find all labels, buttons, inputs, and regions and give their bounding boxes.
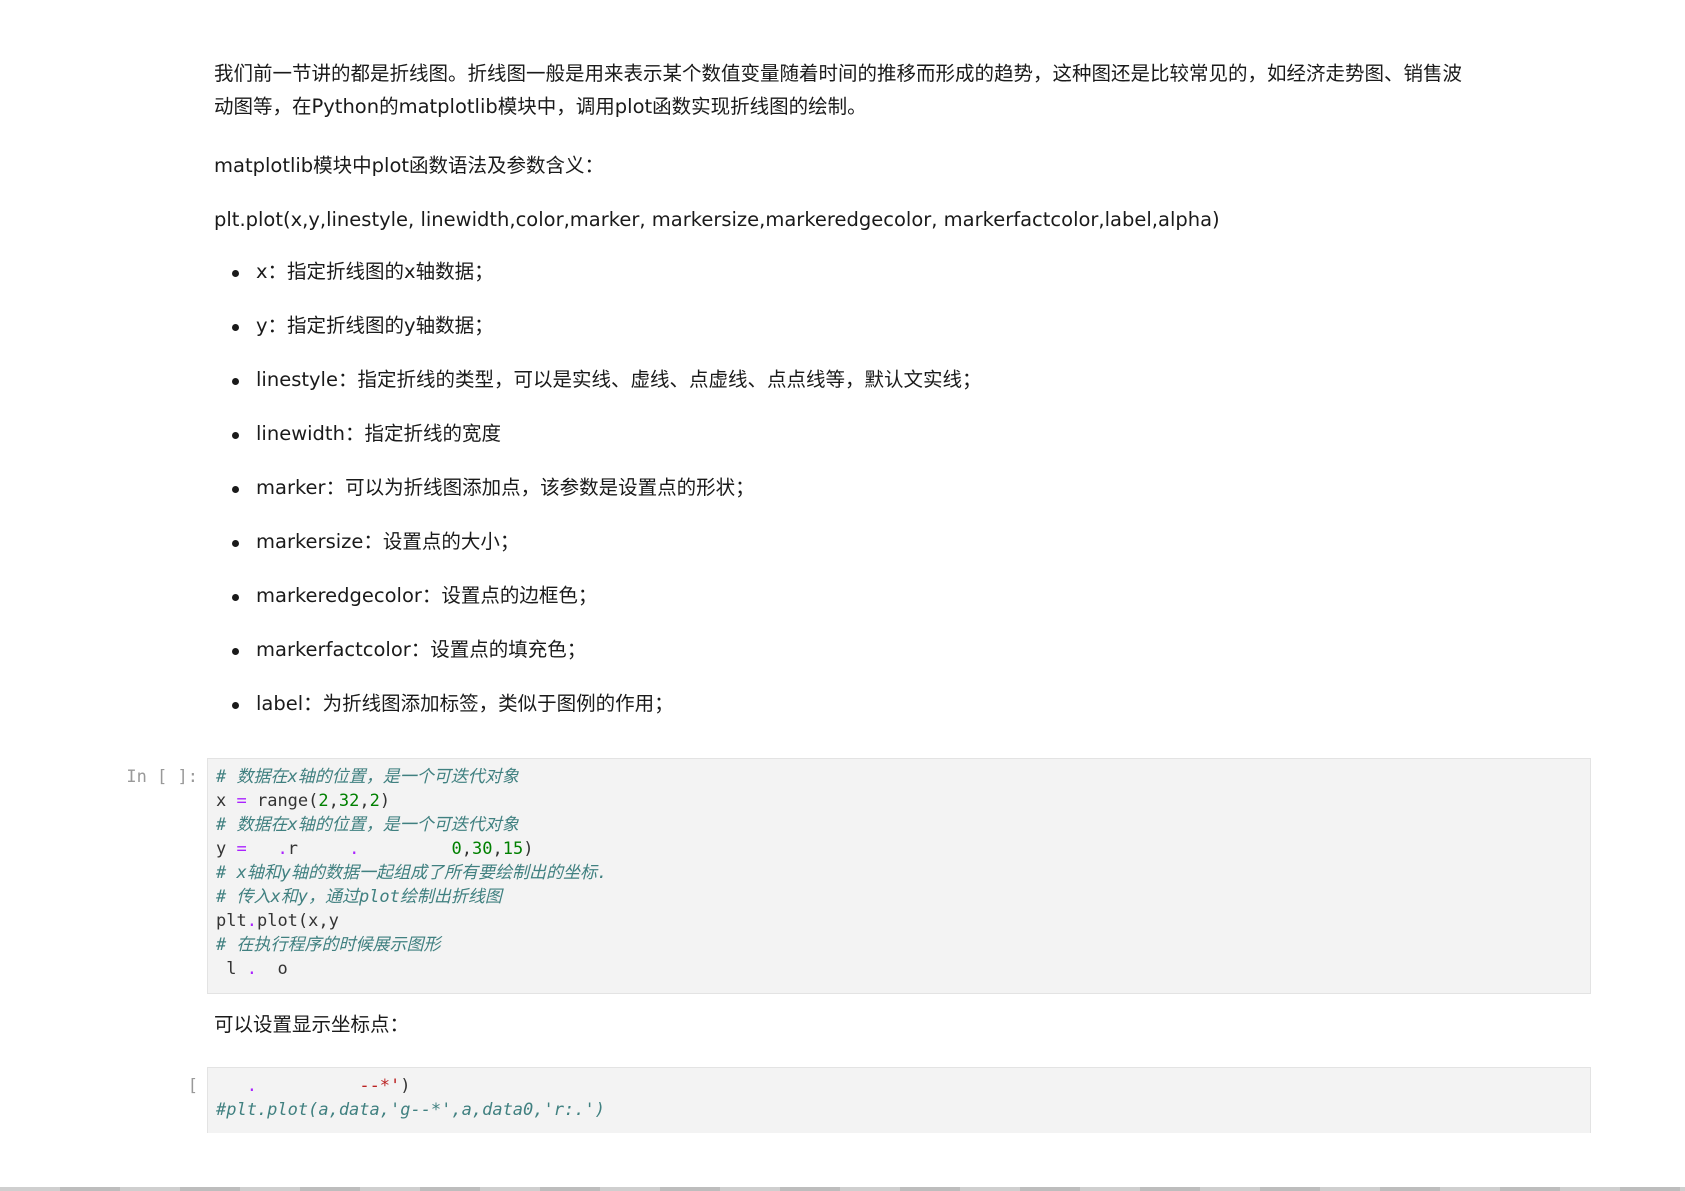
code-token-comment: # 数据在x轴的位置，是一个可迭代对象 [216,815,519,835]
bullet-icon [232,378,239,385]
code-line: #plt.plot(a,data,'g--*',a,data0,'r:.') [216,1098,1582,1122]
code-line: y = .r . 0,30,15) [216,837,1582,861]
code-line: # 传入x和y，通过plot绘制出折线图 [216,885,1582,909]
code-token-plain: x [216,791,237,811]
code-token-plain: ) [523,839,534,859]
code-token-plain: ) [379,791,391,811]
param-markeredgecolor: markeredgecolor：设置点的边框色； [256,584,598,607]
syntax-title-text: matplotlib模块中plot函数语法及参数含义： [214,154,605,177]
list-item: label：为折线图添加标签，类似于图例的作用； [214,687,981,741]
code-line: # 数据在x轴的位置，是一个可迭代对象 [216,765,1582,789]
param-x: x：指定折线图的x轴数据； [256,260,494,283]
code-token-plain: r [287,839,350,859]
code-line: # x轴和y轴的数据一起组成了所有要绘制出的坐标. [216,861,1582,885]
bullet-icon [232,324,239,331]
code-token-plain: y [216,839,237,859]
param-linewidth: linewidth：指定折线的宽度 [256,422,501,445]
code-line: plt.plot(x,y [216,909,1582,933]
bullet-icon [232,594,239,601]
markdown-intro: 我们前一节讲的都是折线图。折线图一般是用来表示某个数值变量随着时间的推移而形成的… [214,57,1594,123]
code-token-comment: # 数据在x轴的位置，是一个可迭代对象 [216,767,519,787]
param-marker: marker：可以为折线图添加点，该参数是设置点的形状； [256,476,755,499]
bullet-icon [232,540,239,547]
code-token-plain: plt [216,911,247,931]
intro-text-line-1: 我们前一节讲的都是折线图。折线图一般是用来表示某个数值变量随着时间的推移而形成的… [214,62,1463,85]
syntax-signature-text: plt.plot(x,y,linestyle, linewidth,color,… [214,208,1220,231]
syntax-title: matplotlib模块中plot函数语法及参数含义： [214,149,1594,182]
code-token-num: 0 [451,839,462,859]
code-token-plain: plot(x,y [256,911,339,931]
code-token-plain: range( [246,791,319,811]
param-label: label：为折线图添加标签，类似于图例的作用； [256,692,674,715]
code-line: # 数据在x轴的位置，是一个可迭代对象 [216,813,1582,837]
param-list: x：指定折线图的x轴数据； y：指定折线图的y轴数据； linestyle：指定… [214,255,981,741]
list-item: x：指定折线图的x轴数据； [214,255,981,309]
code-token-plain: ) [400,1076,411,1096]
code-token-plain: , [461,839,472,859]
param-markersize: markersize：设置点的大小； [256,530,520,553]
code-cell-2[interactable]: [ . --*') #plt.plot(a,data,'g--*',a,data0… [0,1067,1685,1133]
code-cell-1[interactable]: In [ ]: # 数据在x轴的位置，是一个可迭代对象 x = range(2,3… [0,758,1685,994]
code-token-op: = [236,791,247,811]
code-editor[interactable]: # 数据在x轴的位置，是一个可迭代对象 x = range(2,32,2) # 数据… [207,758,1591,994]
code-token-str: --*' [359,1076,401,1096]
code-token-comment: # 传入x和y，通过plot绘制出折线图 [216,887,502,907]
code-token-num: 30 [472,839,493,859]
intro-text-line-2: 动图等，在Python的matplotlib模块中，调用plot函数实现折线图的… [214,95,867,118]
bullet-icon [232,486,239,493]
code-token-plain: , [492,839,503,859]
bullet-icon [232,648,239,655]
param-markerfactcolor: markerfactcolor：设置点的填充色； [256,638,587,661]
code-token-num: 32 [338,791,360,811]
cell-prompt: [ [187,1076,198,1096]
syntax-signature: plt.plot(x,y,linestyle, linewidth,color,… [214,203,1594,236]
list-item: marker：可以为折线图添加点，该参数是设置点的形状； [214,471,981,525]
code-token-num: 2 [318,791,329,811]
code-line: . --*') [216,1074,1582,1098]
code-line: x = range(2,32,2) [216,789,1582,813]
coord-note-text: 可以设置显示坐标点： [214,1013,410,1036]
cell-prompt: In [ ]: [126,767,198,787]
code-token-num: 2 [369,791,380,811]
code-token-op: . [246,1076,257,1096]
code-line: l . o [216,957,1582,981]
code-token-op: . [349,839,360,859]
code-token-comment: # x轴和y轴的数据一起组成了所有要绘制出的坐标. [216,863,608,883]
list-item: linewidth：指定折线的宽度 [214,417,981,471]
code-token-plain: o [256,959,288,979]
code-token-plain: l [216,959,247,979]
notebook-page: 我们前一节讲的都是折线图。折线图一般是用来表示某个数值变量随着时间的推移而形成的… [0,0,1685,1191]
param-y: y：指定折线图的y轴数据； [256,314,494,337]
list-item: linestyle：指定折线的类型，可以是实线、虚线、点虚线、点点线等，默认文实… [214,363,981,417]
code-token-comment: # 在执行程序的时候展示图形 [216,935,441,955]
code-token-op: = [236,839,247,859]
code-token-op: . [246,911,257,931]
bullet-icon [232,702,239,709]
code-line: # 在执行程序的时候展示图形 [216,933,1582,957]
code-token-num: 15 [502,839,524,859]
list-item: markersize：设置点的大小； [214,525,981,579]
code-token-op: . [246,959,257,979]
page-bottom-divider [0,1187,1685,1191]
code-token-op: . [277,839,288,859]
code-token-comment: #plt.plot(a,data,'g--*',a,data0,'r:.') [216,1100,605,1120]
list-item: y：指定折线图的y轴数据； [214,309,981,363]
list-item: markerfactcolor：设置点的填充色； [214,633,981,687]
code-token-plain: , [359,791,370,811]
param-linestyle: linestyle：指定折线的类型，可以是实线、虚线、点虚线、点点线等，默认文实… [256,368,982,391]
code-token-plain: , [328,791,339,811]
code-editor[interactable]: . --*') #plt.plot(a,data,'g--*',a,data0,'… [207,1067,1591,1133]
list-item: markeredgecolor：设置点的边框色； [214,579,981,633]
bullet-icon [232,270,239,277]
markdown-coord-note: 可以设置显示坐标点： [214,1008,1594,1041]
bullet-icon [232,432,239,439]
